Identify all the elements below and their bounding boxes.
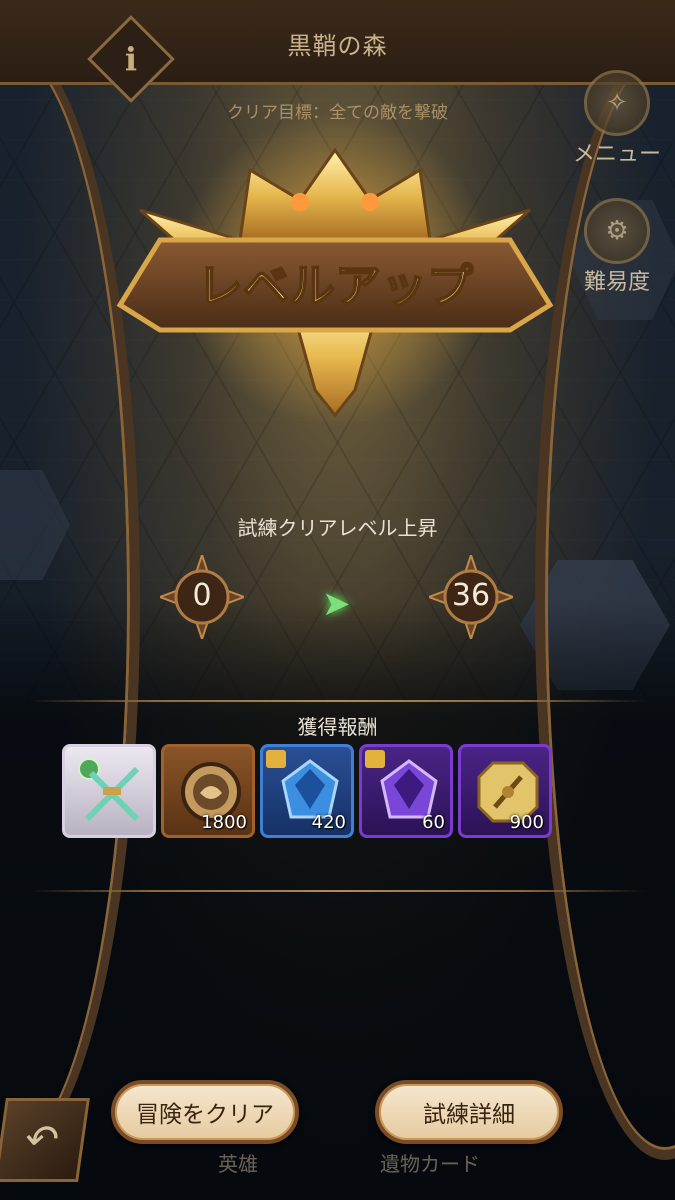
divider-top [30,700,645,702]
reward-quantity: 420 [311,812,346,833]
level-to: 36 [451,578,491,613]
menu-label: メニュー [572,142,661,167]
reward-list: 1800 420 60 900 [62,744,562,840]
level-up-banner-text: レベルアップ [197,259,473,313]
relic-tab-label[interactable]: 遺物カード [380,1148,480,1177]
menu-button[interactable]: ✧ メニュー [562,70,672,168]
reward-item[interactable]: 420 [260,744,354,838]
level-up-emblem: レベルアップ [116,147,554,418]
reward-item[interactable] [62,744,156,838]
back-button[interactable]: ↶ [0,1098,90,1182]
reward-quantity: 1800 [201,812,247,833]
difficulty-label: 難易度 [583,270,650,295]
difficulty-button[interactable]: ⚙ 難易度 [562,198,672,296]
hero-tab-label[interactable]: 英雄 [218,1148,258,1177]
clear-adventure-button[interactable]: 冒険をクリア [111,1080,299,1144]
reward-quantity: 60 [422,812,445,833]
jade-swords-icon [78,758,140,822]
info-icon: i [124,40,138,78]
level-arrow-icon: ➤ [322,584,351,624]
level-from: 0 [192,578,212,613]
reward-item[interactable]: 900 [458,744,552,838]
gear-icon: ⚙ [584,198,650,264]
back-arrow-icon: ↶ [22,1117,62,1163]
trial-details-button[interactable]: 試練詳細 [375,1080,563,1144]
reward-quantity: 900 [509,812,544,833]
game-screen: 黒鞘の森 i クリア目標：全ての敵を撃破 ✧ メニュー ⚙ 難易度 レベルアップ… [0,0,675,1200]
rewards-title: 獲得報酬 [297,715,378,739]
reward-item[interactable]: 60 [359,744,453,838]
level-up-subtitle: 試練クリアレベル上昇 [237,516,438,540]
reward-item[interactable]: 1800 [161,744,255,838]
divider-bottom [30,890,645,892]
compass-icon: ✧ [584,70,650,136]
